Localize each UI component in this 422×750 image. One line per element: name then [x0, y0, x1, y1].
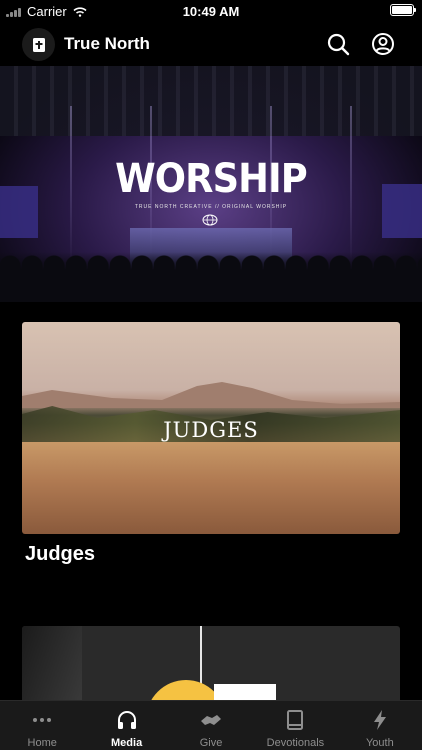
tab-media[interactable]: Media: [84, 701, 168, 750]
tab-label: Youth: [365, 737, 394, 749]
hero-banner[interactable]: WORSHIP TRUE NORTH CREATIVE // ORIGINAL …: [0, 66, 422, 302]
bolt-icon: [373, 710, 386, 730]
tab-label: Home: [27, 737, 57, 749]
hills: [22, 382, 400, 408]
clock: 10:49 AM: [182, 4, 240, 19]
tab-bar: Home Media Give Devotionals Youth: [0, 700, 422, 750]
app-title: True North: [64, 34, 150, 53]
tab-label: Give: [199, 737, 223, 749]
header: True North: [0, 22, 422, 66]
book-icon: [287, 710, 304, 730]
account-icon[interactable]: [371, 32, 395, 56]
tab-home[interactable]: Home: [0, 701, 84, 750]
tab-youth[interactable]: Youth: [338, 701, 422, 750]
headphones-icon: [117, 711, 136, 729]
handshake-icon: [201, 715, 222, 725]
globe-icon: [202, 214, 218, 226]
hero-title: WORSHIP: [115, 156, 308, 202]
tab-give[interactable]: Give: [169, 701, 253, 750]
stage-rig: [0, 66, 422, 136]
judges-card-image[interactable]: JUDGES: [22, 322, 400, 534]
next-card-image[interactable]: [22, 626, 400, 706]
raised-hand-image: [22, 626, 82, 706]
card-overlay-title: JUDGES: [163, 418, 259, 442]
tab-devotionals[interactable]: Devotionals: [253, 701, 337, 750]
search-icon[interactable]: [326, 32, 350, 56]
hero-subtitle: TRUE NORTH CREATIVE // ORIGINAL WORSHIP: [134, 204, 288, 210]
battery-icon: [390, 4, 416, 16]
bible-cross-icon: [32, 37, 45, 52]
app-logo[interactable]: [22, 28, 55, 61]
status-bar: Carrier 10:49 AM: [0, 0, 422, 22]
more-dots-icon: [33, 718, 52, 722]
tab-label: Media: [111, 737, 143, 749]
card-title[interactable]: Judges: [25, 543, 95, 566]
tab-label: Devotionals: [266, 737, 325, 749]
crowd: [0, 252, 422, 302]
